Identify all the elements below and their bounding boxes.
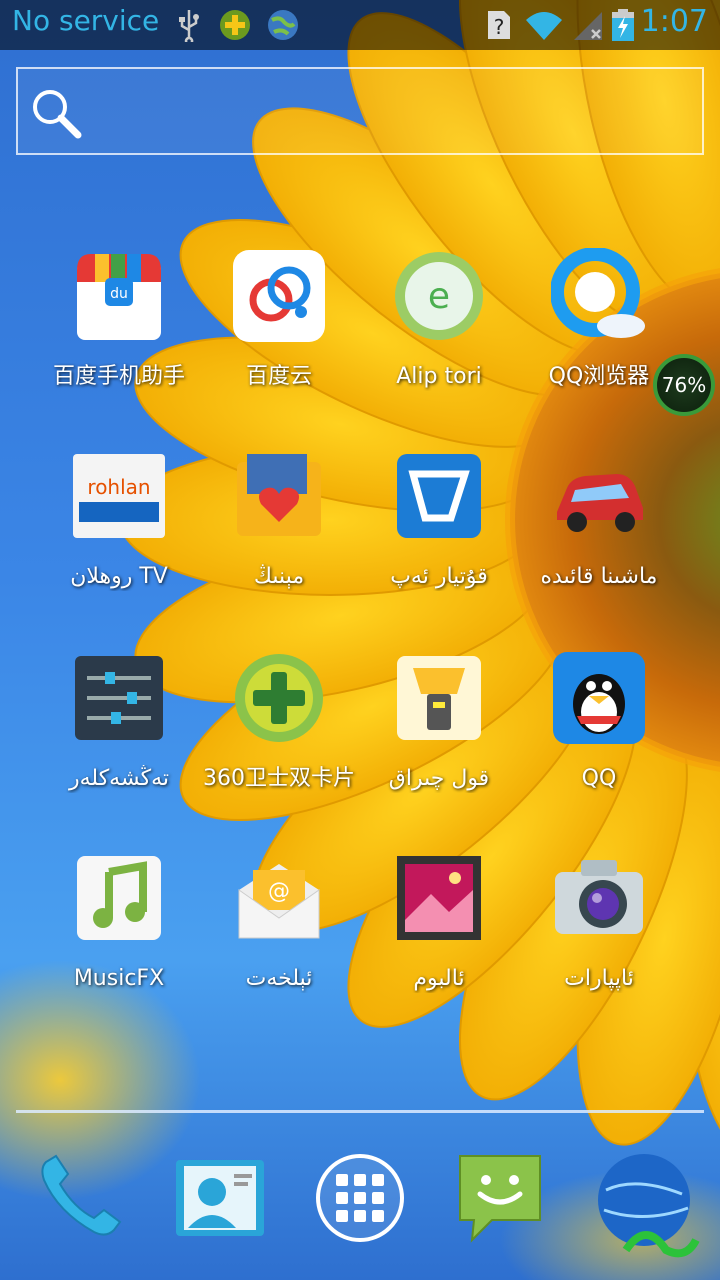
app-my-folder[interactable]: مېنىڭ	[194, 448, 364, 638]
qutyar-app-icon[interactable]	[391, 448, 487, 544]
app-label: 百度云	[245, 364, 312, 389]
baidu-cloud-icon[interactable]	[231, 248, 327, 344]
app-camera[interactable]: ئاپپارات	[514, 850, 684, 1040]
search-icon[interactable]	[26, 83, 86, 143]
app-album[interactable]: ئالبوم	[354, 850, 524, 1040]
qq-browser-icon[interactable]	[551, 248, 647, 344]
sunflower-wallpaper	[0, 0, 720, 1280]
app-flashlight[interactable]: قول چىراق	[354, 650, 524, 840]
svg-text:rohlan: rohlan	[87, 475, 150, 499]
app-label: ئالبوم	[413, 966, 465, 991]
my-folder-icon[interactable]	[231, 448, 327, 544]
album-icon[interactable]	[391, 850, 487, 946]
app-label: MusicFX	[73, 966, 165, 991]
app-label: ئېلخەت	[245, 966, 313, 991]
app-email[interactable]: @ ئېلخەت	[194, 850, 364, 1040]
alip-globe-icon[interactable]	[596, 1150, 706, 1270]
svg-text:?: ?	[494, 15, 505, 39]
app-qq-penguin[interactable]: QQ	[514, 650, 684, 840]
alip-tori-icon[interactable]: e	[391, 248, 487, 344]
app-label: Alip tori	[396, 364, 482, 389]
wifi-icon	[526, 12, 562, 40]
app-label: ماشىنا قائىدە	[540, 564, 658, 589]
contacts-icon[interactable]	[172, 1150, 268, 1246]
clock: 1:07	[640, 4, 708, 39]
app-360-security[interactable]: 360卫士双卡片	[194, 650, 364, 840]
app-label: تەڭشەكلەر	[69, 766, 169, 791]
battery-widget[interactable]: 76%	[653, 354, 715, 416]
usb-icon	[179, 10, 199, 42]
app-qutyar-app[interactable]: قۇتيار ئەپ	[354, 448, 524, 638]
app-label: ئاپپارات	[564, 966, 634, 991]
app-label: QQ	[581, 766, 617, 791]
svg-text:e: e	[428, 276, 450, 317]
app-label: 360卫士双卡片	[203, 766, 355, 791]
app-label: قۇتيار ئەپ	[390, 564, 488, 589]
messaging-icon[interactable]	[452, 1150, 548, 1246]
app-rohlan-tv[interactable]: rohlan روهلان TV	[34, 448, 204, 638]
svg-text:@: @	[268, 879, 290, 904]
search-bar[interactable]	[16, 67, 704, 155]
car-rules-icon[interactable]	[551, 448, 647, 544]
globe-sync-icon	[268, 10, 298, 40]
app-label: روهلان TV	[70, 564, 168, 589]
signal-off-icon	[574, 12, 602, 40]
carrier-text: No service	[12, 4, 160, 37]
app-settings[interactable]: تەڭشەكلەر	[34, 650, 204, 840]
battery-charging-icon	[612, 9, 634, 41]
qq-penguin-icon[interactable]	[551, 650, 647, 746]
email-icon[interactable]: @	[231, 850, 327, 946]
app-drawer-icon[interactable]	[312, 1150, 408, 1246]
musicfx-icon[interactable]	[71, 850, 167, 946]
app-qq-browser[interactable]: QQ浏览器	[514, 248, 684, 438]
flashlight-icon[interactable]	[391, 650, 487, 746]
app-alip-tori[interactable]: e Alip tori	[354, 248, 524, 438]
status-bar: No service ? 1:07	[0, 0, 720, 50]
app-label: قول چىراق	[388, 766, 490, 791]
app-baidu-assistant[interactable]: du 百度手机助手	[34, 248, 204, 438]
unknown-sim-icon: ?	[488, 11, 510, 39]
settings-icon[interactable]	[71, 650, 167, 746]
app-label: 百度手机助手	[52, 364, 185, 389]
360-security-icon[interactable]	[231, 650, 327, 746]
camera-icon[interactable]	[551, 850, 647, 946]
game-plus-icon	[220, 10, 250, 40]
dock-divider	[16, 1110, 704, 1113]
phone-icon[interactable]	[30, 1150, 126, 1246]
svg-text:du: du	[110, 286, 128, 302]
app-musicfx[interactable]: MusicFX	[34, 850, 204, 1040]
app-baidu-cloud[interactable]: 百度云	[194, 248, 364, 438]
app-label: مېنىڭ	[253, 564, 305, 589]
rohlan-tv-icon[interactable]: rohlan	[71, 448, 167, 544]
app-car-rules[interactable]: ماشىنا قائىدە	[514, 448, 684, 638]
baidu-assistant-icon[interactable]: du	[71, 248, 167, 344]
